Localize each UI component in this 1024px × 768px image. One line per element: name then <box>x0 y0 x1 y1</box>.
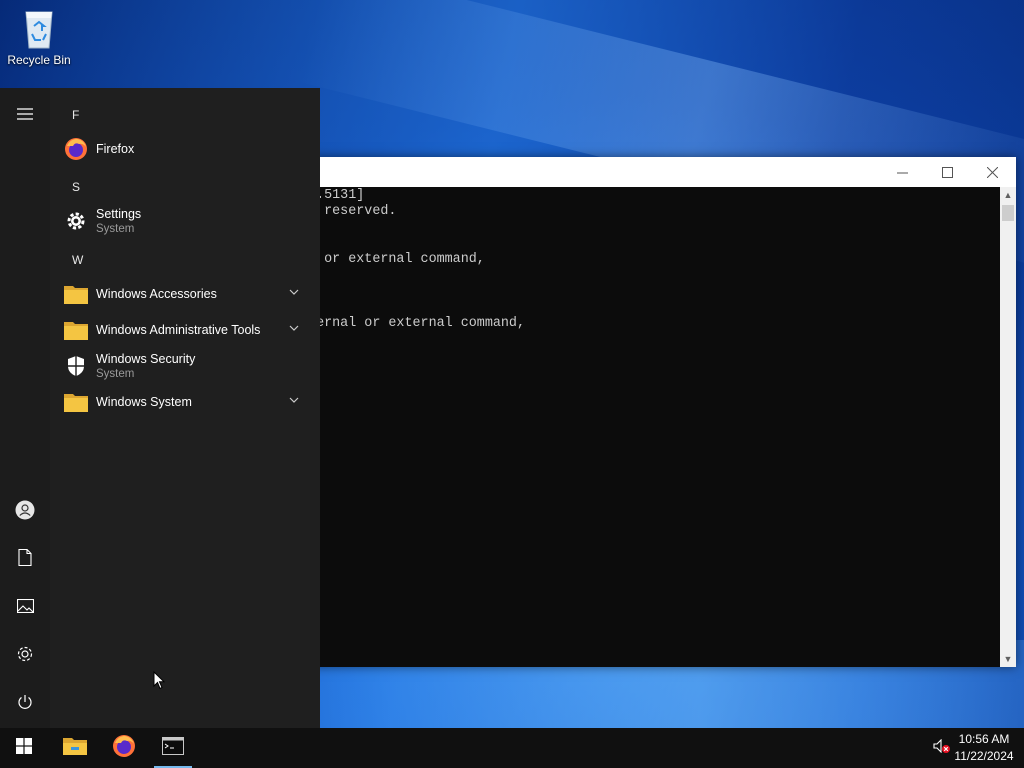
close-button[interactable] <box>970 157 1015 187</box>
group-letter-w[interactable]: W <box>72 253 83 267</box>
windows-logo-icon <box>16 737 32 759</box>
window-titlebar[interactable] <box>300 157 1016 187</box>
system-clock[interactable]: 10:56 AM 11/22/2024 <box>952 731 1016 765</box>
start-button[interactable] <box>0 728 48 768</box>
scroll-up-arrow[interactable]: ▲ <box>1000 187 1016 203</box>
app-name: Firefox <box>96 142 135 156</box>
command-prompt-icon <box>162 736 184 760</box>
pictures-icon <box>16 598 34 618</box>
clock-time: 10:56 AM <box>958 732 1010 746</box>
gear-icon <box>63 208 89 234</box>
console-line: al or external command, <box>300 252 485 267</box>
app-subtitle: System <box>96 223 135 235</box>
documents-icon <box>18 548 32 571</box>
app-windows-system[interactable]: Windows System <box>50 385 312 419</box>
app-settings[interactable]: Settings System <box>50 204 312 238</box>
console-output[interactable]: 44.5131] ts reserved. al or external com… <box>300 187 1000 667</box>
expand-menu-button[interactable] <box>0 92 50 140</box>
recycle-bin-label: Recycle Bin <box>7 53 71 67</box>
hamburger-menu-icon <box>17 107 33 125</box>
scroll-down-arrow[interactable]: ▼ <box>1000 651 1016 667</box>
maximize-button[interactable] <box>925 157 970 187</box>
app-subtitle: System <box>96 368 135 380</box>
app-windows-accessories[interactable]: Windows Accessories <box>50 277 312 311</box>
app-name: Windows System <box>96 395 192 409</box>
recycle-bin-icon <box>21 6 57 50</box>
taskbar-file-explorer[interactable] <box>51 728 99 768</box>
user-account-button[interactable] <box>0 488 50 536</box>
firefox-icon <box>112 734 136 763</box>
scrollbar-thumb[interactable] <box>1002 205 1014 221</box>
chevron-down-icon[interactable] <box>288 285 300 303</box>
vertical-scrollbar[interactable]: ▲ ▼ <box>1000 187 1016 667</box>
app-windows-administrative-tools[interactable]: Windows Administrative Tools <box>50 313 312 347</box>
folder-icon <box>63 317 89 343</box>
app-windows-security[interactable]: Windows Security System <box>50 349 312 383</box>
start-menu: F Firefox S Settings System W Windows Ac… <box>0 88 320 728</box>
folder-icon <box>63 281 89 307</box>
shield-icon <box>63 353 89 379</box>
volume-muted-icon <box>933 738 951 758</box>
group-letter-s[interactable]: S <box>72 180 80 194</box>
start-app-list: F Firefox S Settings System W Windows Ac… <box>50 88 320 728</box>
app-name: Settings <box>96 207 142 221</box>
app-name: Windows Accessories <box>96 287 217 301</box>
recycle-bin-shortcut[interactable]: Recycle Bin <box>4 6 74 67</box>
settings-button[interactable] <box>0 632 50 680</box>
firefox-icon <box>63 136 89 162</box>
taskbar-command-prompt[interactable] <box>152 728 194 768</box>
power-icon <box>17 694 33 715</box>
console-line: nternal or external command, <box>300 316 525 331</box>
user-account-icon <box>15 500 35 525</box>
app-firefox[interactable]: Firefox <box>50 132 312 166</box>
taskbar: 10:56 AM 11/22/2024 <box>0 728 1024 768</box>
file-explorer-icon <box>63 736 87 761</box>
pictures-button[interactable] <box>0 584 50 632</box>
settings-icon <box>16 645 34 668</box>
app-name: Windows Security <box>96 352 196 366</box>
documents-button[interactable] <box>0 536 50 584</box>
mouse-cursor-icon <box>153 670 166 695</box>
command-prompt-window[interactable]: 44.5131] ts reserved. al or external com… <box>300 157 1016 667</box>
chevron-down-icon[interactable] <box>288 393 300 411</box>
clock-date: 11/22/2024 <box>954 749 1014 763</box>
chevron-down-icon[interactable] <box>288 321 300 339</box>
folder-icon <box>63 389 89 415</box>
power-button[interactable] <box>0 680 50 728</box>
app-name: Windows Administrative Tools <box>96 323 261 337</box>
group-letter-f[interactable]: F <box>72 108 79 122</box>
minimize-button[interactable] <box>880 157 925 187</box>
taskbar-firefox[interactable] <box>100 728 148 768</box>
start-menu-rail <box>0 88 50 728</box>
